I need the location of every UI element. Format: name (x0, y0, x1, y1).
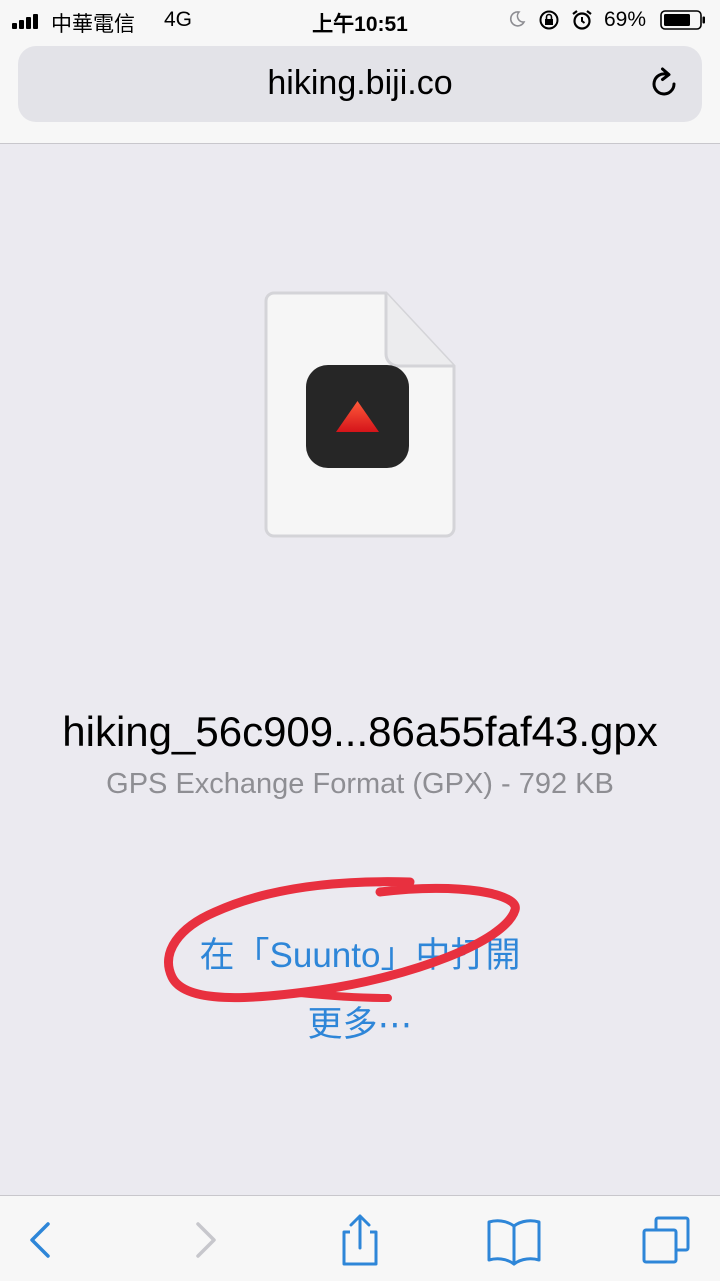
bookmarks-icon[interactable] (486, 1212, 542, 1268)
address-bar-area: hiking.biji.co (0, 40, 720, 144)
document-icon (264, 291, 456, 538)
address-bar[interactable]: hiking.biji.co (18, 46, 702, 122)
url-text[interactable]: hiking.biji.co (18, 64, 702, 103)
tabs-icon[interactable] (638, 1212, 694, 1268)
moon-icon (509, 11, 526, 27)
reload-icon[interactable] (646, 66, 682, 102)
open-in-app-link[interactable]: 在「Suunto」中打開 (0, 927, 720, 978)
bottom-toolbar (0, 1195, 720, 1281)
alarm-icon (572, 10, 592, 30)
suunto-app-icon (306, 365, 409, 468)
rotation-lock-icon (539, 10, 559, 30)
battery-icon (660, 10, 705, 30)
more-options-link[interactable]: 更多⋯ (0, 996, 720, 1047)
forward-icon[interactable] (176, 1212, 232, 1268)
file-name: hiking_56c909...86a55faf43.gpx (62, 708, 658, 755)
back-icon[interactable] (14, 1212, 70, 1268)
battery-percent: 69% (604, 8, 647, 31)
file-info: GPS Exchange Format (GPX) - 792 KB (106, 768, 614, 800)
status-bar: 中華電信 4G 上午10:51 69% (0, 0, 720, 40)
share-icon[interactable] (332, 1212, 388, 1268)
